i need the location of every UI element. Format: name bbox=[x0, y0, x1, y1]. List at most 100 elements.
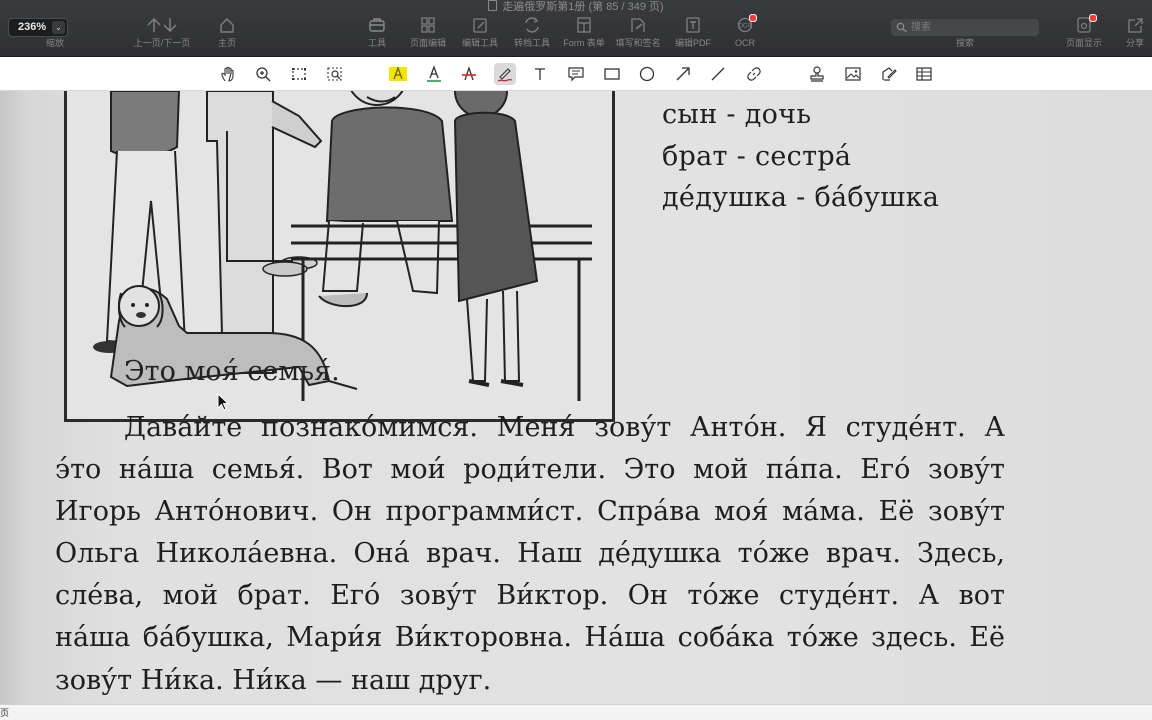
fill-sign-button[interactable]: 填写和签名 bbox=[611, 16, 665, 49]
picture-caption: Это моя́ семья́. bbox=[124, 356, 340, 387]
edit-tool-label: 编辑工具 bbox=[461, 38, 498, 48]
page-edit-button[interactable]: 页面编辑 bbox=[405, 16, 451, 49]
table-button[interactable] bbox=[913, 63, 935, 85]
search-label: 搜索 bbox=[955, 38, 974, 48]
line-button[interactable] bbox=[707, 63, 729, 85]
signature-button[interactable] bbox=[878, 63, 900, 85]
paragraph-line: на́ша ба́бушка, Мари́я Ви́кторовна. На́ш… bbox=[55, 622, 1005, 653]
share-label: 分享 bbox=[1125, 38, 1144, 48]
ocr-label: OCR bbox=[735, 38, 755, 48]
nav-label: 上一页/下一页 bbox=[133, 38, 191, 48]
paragraph-line: Игорь Анто́нович. Он программи́ст. Спра́… bbox=[55, 496, 1005, 527]
highlight-icon bbox=[389, 66, 407, 81]
main-toolbar: 走遍俄罗斯第1册 (第 85 / 349 页) 236% ⌄ 缩放 上一页/下一… bbox=[0, 0, 1152, 57]
note-button[interactable] bbox=[565, 63, 587, 85]
strikethrough-text-button[interactable] bbox=[458, 63, 480, 85]
table-icon bbox=[916, 67, 932, 81]
document-icon bbox=[488, 0, 498, 11]
search-input[interactable] bbox=[911, 19, 1035, 36]
marquee-icon bbox=[292, 68, 306, 80]
marquee-select-button[interactable] bbox=[288, 63, 310, 85]
ellipse-icon bbox=[639, 66, 655, 82]
edit-pdf-button[interactable]: 编辑PDF bbox=[670, 16, 716, 49]
notification-dot bbox=[1089, 14, 1097, 22]
edit-icon bbox=[457, 16, 503, 38]
page-display-label: 页面显示 bbox=[1065, 38, 1102, 48]
underline-icon bbox=[427, 65, 441, 82]
window-title: 走遍俄罗斯第1册 (第 85 / 349 页) bbox=[0, 0, 1152, 14]
zoom-select[interactable]: 236% ⌄ bbox=[8, 18, 68, 37]
underline-text-button[interactable] bbox=[423, 63, 445, 85]
vocab-line: де́душка - ба́бушка bbox=[662, 182, 940, 213]
convert-button[interactable]: 转档工具 bbox=[509, 16, 555, 49]
sign-icon bbox=[611, 16, 665, 38]
note-icon bbox=[568, 67, 584, 82]
stamp-icon bbox=[810, 66, 824, 82]
area-text-select-button[interactable] bbox=[324, 63, 346, 85]
paragraph-line: Ольга Никола́евна. Она́ врач. Наш де́душ… bbox=[55, 538, 1005, 569]
nav-prev-next-button[interactable]: 上一页/下一页 bbox=[124, 16, 200, 49]
status-text: 页 bbox=[0, 708, 10, 718]
edit-tool-button[interactable]: 编辑工具 bbox=[457, 16, 503, 49]
page-display-button[interactable]: 页面显示 bbox=[1060, 14, 1108, 49]
text-box-button[interactable] bbox=[529, 63, 551, 85]
share-icon bbox=[1120, 16, 1150, 38]
ocr-icon: OCR bbox=[728, 14, 762, 38]
highlight-text-button[interactable] bbox=[387, 63, 409, 85]
page-edit-label: 页面编辑 bbox=[409, 38, 446, 48]
home-icon bbox=[211, 16, 243, 38]
zoom-in-icon bbox=[256, 67, 271, 82]
mouse-cursor-icon bbox=[217, 392, 230, 416]
arrow-icon bbox=[676, 67, 690, 81]
notification-dot bbox=[749, 14, 757, 22]
zoom-value: 236% bbox=[18, 21, 47, 33]
window-title-text: 走遍俄罗斯第1册 (第 85 / 349 页) bbox=[502, 1, 664, 13]
paragraph-line: сле́ва, мой брат. Его́ зову́т Ви́ктор. О… bbox=[55, 580, 1005, 611]
image-button[interactable] bbox=[842, 63, 864, 85]
text-icon bbox=[535, 68, 545, 80]
home-button[interactable]: 主页 bbox=[211, 16, 243, 49]
paragraph-line: Дава́йте познако́мимся. Меня́ зову́т Ант… bbox=[124, 412, 1005, 443]
link-button[interactable] bbox=[743, 63, 765, 85]
pen-icon bbox=[497, 68, 513, 82]
fill-sign-label: 填写和签名 bbox=[615, 38, 661, 48]
zoom-tool-button[interactable] bbox=[252, 63, 274, 85]
text-select-icon bbox=[327, 67, 342, 81]
search-field[interactable] bbox=[891, 19, 1039, 36]
zoom-label: 缩放 bbox=[45, 38, 64, 48]
convert-icon bbox=[509, 16, 555, 38]
arrow-button[interactable] bbox=[672, 63, 694, 85]
paragraph-line: э́то на́ша семья́. Вот мои́ роди́тели. Э… bbox=[55, 454, 1005, 485]
ellipse-button[interactable] bbox=[636, 63, 658, 85]
tools-button[interactable]: 工具 bbox=[362, 16, 392, 49]
rectangle-icon bbox=[604, 68, 620, 80]
hand-tool-button[interactable] bbox=[217, 63, 239, 85]
rectangle-button[interactable] bbox=[601, 63, 623, 85]
share-button[interactable]: 分享 bbox=[1120, 16, 1150, 49]
svg-text:OCR: OCR bbox=[738, 24, 752, 30]
edit-pdf-label: 编辑PDF bbox=[674, 38, 711, 48]
signature-icon bbox=[882, 67, 897, 81]
document-page[interactable]: сын - дочь брат - сестра́ де́душка - ба́… bbox=[0, 91, 1152, 704]
form-icon bbox=[559, 16, 609, 38]
hand-icon bbox=[221, 66, 234, 82]
page-display-icon bbox=[1060, 14, 1108, 38]
strikethrough-icon bbox=[462, 65, 476, 81]
convert-label: 转档工具 bbox=[513, 38, 550, 48]
vocab-line: сын - дочь bbox=[662, 99, 812, 130]
text-edit-icon bbox=[670, 16, 716, 38]
freehand-pen-button[interactable] bbox=[494, 63, 516, 85]
link-icon bbox=[747, 67, 761, 81]
vocab-line: брат - сестра́ bbox=[662, 141, 852, 172]
ocr-button[interactable]: OCR OCR bbox=[728, 14, 762, 49]
home-label: 主页 bbox=[217, 38, 236, 48]
arrow-up-down-icon bbox=[124, 16, 200, 38]
grid-icon bbox=[405, 16, 451, 38]
annotation-toolbar bbox=[0, 57, 1152, 91]
form-button[interactable]: Form 表单 bbox=[559, 16, 609, 49]
tools-label: 工具 bbox=[367, 38, 386, 48]
search-icon bbox=[896, 22, 907, 33]
stamp-button[interactable] bbox=[806, 63, 828, 85]
line-icon bbox=[711, 67, 725, 81]
image-icon bbox=[845, 67, 861, 81]
